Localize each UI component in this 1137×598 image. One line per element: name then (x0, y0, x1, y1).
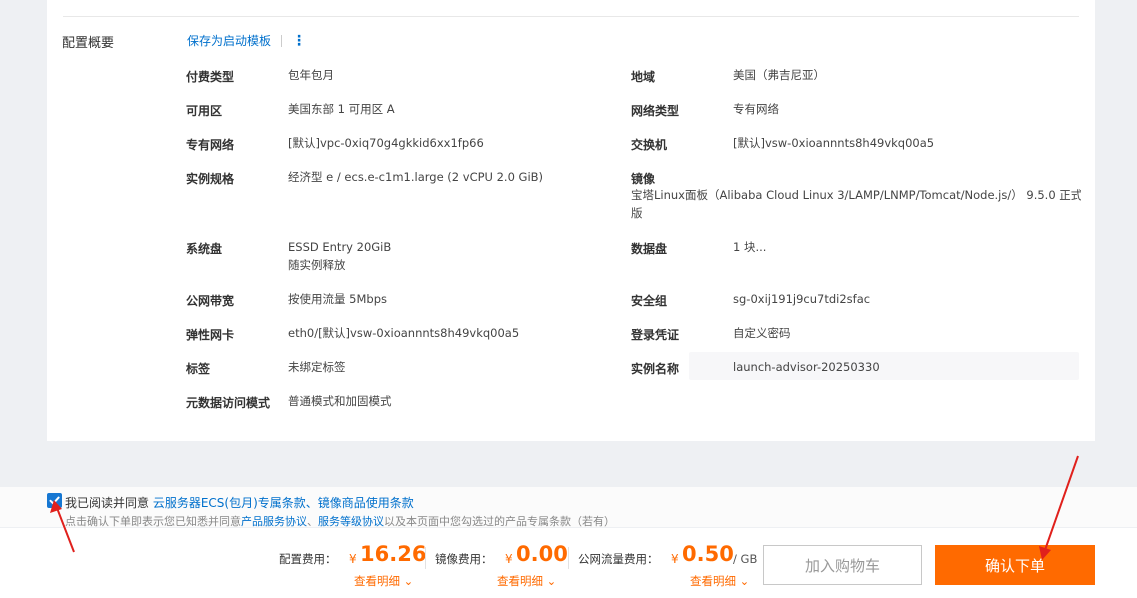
sla-link[interactable]: 服务等级协议 (318, 515, 384, 528)
section-title: 配置概要 (62, 36, 115, 51)
label-instance-type: 实例规格 (186, 172, 235, 186)
config-fee-detail-link[interactable]: 查看明细 ⌄ (354, 573, 413, 589)
label-bandwidth: 公网带宽 (186, 294, 235, 308)
value-tags: 未绑定标签 (288, 360, 346, 374)
label-system-disk: 系统盘 (186, 242, 223, 256)
value-metadata-mode: 普通模式和加固模式 (288, 394, 392, 408)
value-security-group: sg-0xij191j9cu7tdi2sfac (733, 292, 871, 306)
title-actions: 保存为启动模板 ⋮ (187, 32, 306, 49)
label-billing-type: 付费类型 (186, 70, 235, 84)
config-fee-amount: 16.26 (360, 542, 427, 566)
traffic-fee-symbol: ¥ (671, 552, 679, 566)
label-zone: 可用区 (186, 104, 223, 118)
traffic-fee-label: 公网流量费用： (578, 552, 659, 566)
divider (63, 16, 1079, 17)
value-billing-type: 包年包月 (288, 68, 334, 82)
value-vswitch: [默认]vsw-0xioannnts8h49vkq00a5 (733, 136, 935, 150)
ecs-terms-link[interactable]: 云服务器ECS(包月)专属条款 (153, 496, 306, 510)
value-data-disk: 1 块... (733, 240, 767, 254)
agreement-text: 我已阅读并同意 云服务器ECS(包月)专属条款、镜像商品使用条款 (65, 494, 414, 511)
label-tags: 标签 (186, 362, 211, 376)
label-metadata-mode: 元数据访问模式 (186, 396, 271, 410)
divider (568, 547, 569, 569)
label-login-credential: 登录凭证 (631, 328, 680, 342)
divider (281, 34, 283, 47)
value-instance-type: 经济型 e / ecs.e-c1m1.large (2 vCPU 2.0 GiB… (288, 170, 544, 184)
confirm-order-button[interactable]: 确认下单 (935, 545, 1095, 585)
value-region: 美国（弗吉尼亚） (733, 68, 825, 82)
agreement-prefix: 我已阅读并同意 (65, 496, 153, 510)
value-instance-name: launch-advisor-20250330 (733, 360, 880, 374)
value-network-type: 专有网络 (733, 102, 779, 116)
check-icon (49, 496, 60, 505)
value-system-disk: ESSD Entry 20GiB (288, 240, 392, 254)
service-agreement-link[interactable]: 产品服务协议 (241, 515, 307, 528)
notice-prefix: 点击确认下单即表示您已知悉并同意 (65, 515, 241, 528)
label-network-type: 网络类型 (631, 104, 680, 118)
value-vpc: [默认]vpc-0xiq70g4gkkid6xx1fp66 (288, 136, 484, 150)
label-vpc: 专有网络 (186, 138, 235, 152)
value-eni: eth0/[默认]vsw-0xioannnts8h49vkq00a5 (288, 326, 520, 340)
image-fee-amount: 0.00 (516, 542, 568, 566)
value-image-cont: 版 (631, 206, 643, 220)
save-as-template-link[interactable]: 保存为启动模板 (187, 32, 271, 49)
config-summary-card: 配置概要 保存为启动模板 ⋮ 付费类型 包年包月 可用区 美国东部 1 可用区 … (47, 0, 1095, 441)
label-region: 地域 (631, 70, 656, 84)
label-vswitch: 交换机 (631, 138, 668, 152)
label-data-disk: 数据盘 (631, 242, 668, 256)
image-terms-link[interactable]: 镜像商品使用条款 (318, 496, 414, 510)
image-fee-symbol: ¥ (505, 552, 513, 566)
traffic-fee-detail-link[interactable]: 查看明细 ⌄ (690, 573, 749, 589)
value-image: 宝塔Linux面板（Alibaba Cloud Linux 3/LAMP/LNM… (631, 188, 1081, 202)
add-to-cart-button[interactable]: 加入购物车 (763, 545, 922, 585)
agreement-sep: 、 (305, 496, 318, 510)
agree-checkbox[interactable] (47, 493, 62, 508)
traffic-fee-amount: 0.50 (682, 542, 734, 566)
traffic-fee-unit: / GB (733, 552, 758, 566)
image-fee-detail-link[interactable]: 查看明细 ⌄ (497, 573, 556, 589)
value-zone: 美国东部 1 可用区 A (288, 102, 395, 116)
image-fee-label: 镜像费用： (435, 552, 493, 566)
notice-suffix: 以及本页面中您勾选过的产品专属条款（若有） (384, 515, 615, 528)
kebab-icon[interactable]: ⋮ (292, 34, 306, 48)
label-image: 镜像 (631, 172, 656, 186)
label-instance-name: 实例名称 (631, 362, 680, 376)
agreement-notice: 点击确认下单即表示您已知悉并同意产品服务协议、服务等级协议以及本页面中您勾选过的… (65, 513, 615, 529)
config-fee-label: 配置费用： (279, 552, 337, 566)
value-bandwidth: 按使用流量 5Mbps (288, 292, 387, 306)
config-fee-symbol: ¥ (349, 552, 357, 566)
value-login-credential: 自定义密码 (733, 326, 791, 340)
notice-sep: 、 (307, 515, 318, 528)
divider (425, 547, 426, 569)
value-system-disk-release: 随实例释放 (288, 258, 346, 272)
label-eni: 弹性网卡 (186, 328, 235, 342)
label-security-group: 安全组 (631, 294, 668, 308)
